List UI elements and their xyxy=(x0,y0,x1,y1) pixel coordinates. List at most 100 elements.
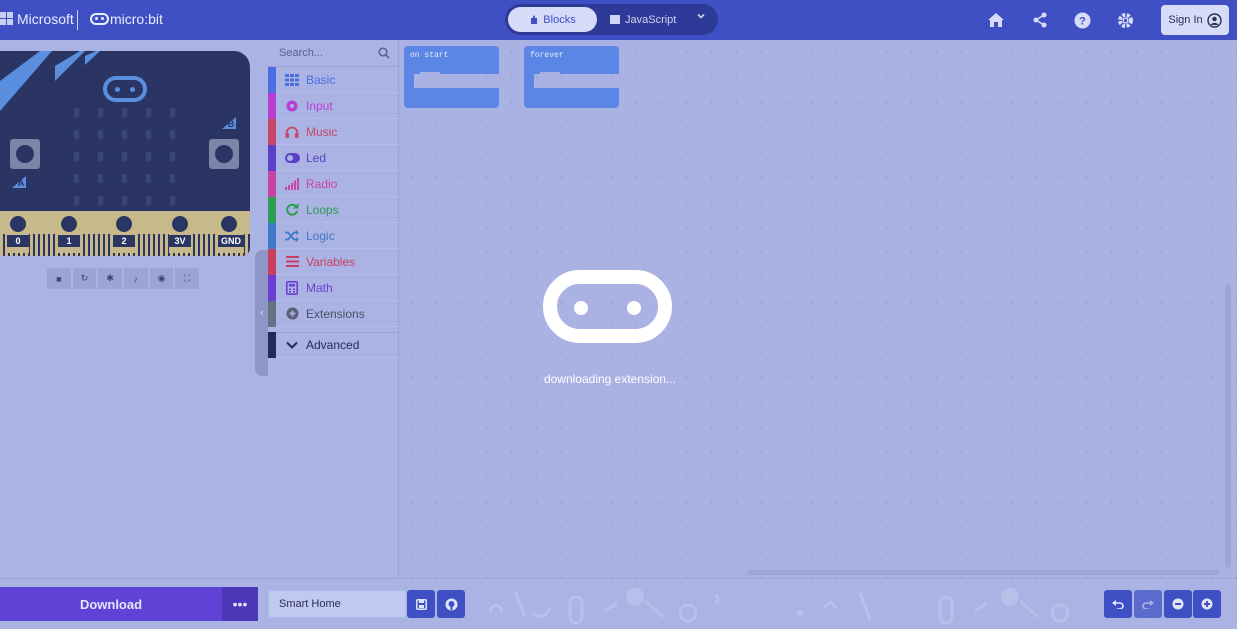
pin-2[interactable]: 2 xyxy=(113,213,135,253)
restart-icon[interactable]: ↻ xyxy=(72,268,97,289)
category-basic[interactable]: Basic xyxy=(268,66,399,93)
button-b-label: B xyxy=(222,117,236,129)
chevron-down-icon xyxy=(284,338,300,352)
shuffle-icon xyxy=(284,229,300,243)
vertical-scrollbar[interactable] xyxy=(1225,284,1231,568)
sign-in-button[interactable]: Sign In xyxy=(1161,5,1229,35)
redo-button[interactable] xyxy=(1134,590,1162,618)
category-music[interactable]: Music xyxy=(268,118,399,145)
category-logic[interactable]: Logic xyxy=(268,222,399,249)
save-button[interactable] xyxy=(407,590,435,618)
toolbox: Basic Input Music Led Radio Loops Logic … xyxy=(268,40,399,578)
category-label: Advanced xyxy=(306,338,360,352)
led-matrix[interactable] xyxy=(74,108,176,208)
download-label: Download xyxy=(79,596,143,612)
help-icon[interactable]: ? xyxy=(1072,10,1092,30)
redo-icon xyxy=(1142,600,1154,609)
undo-icon xyxy=(1112,600,1124,609)
block-footer xyxy=(404,88,499,108)
debug-icon[interactable]: ✱ xyxy=(98,268,123,289)
button-b[interactable] xyxy=(209,139,239,169)
category-variables[interactable]: Variables xyxy=(268,248,399,275)
lines-icon xyxy=(284,255,300,269)
loading-microbit-icon xyxy=(543,270,672,343)
toggle-icon xyxy=(284,151,300,165)
forever-block[interactable]: forever xyxy=(524,46,619,108)
block-label: forever xyxy=(530,51,564,60)
loading-status-text: downloading extension... xyxy=(543,372,677,386)
pin-gnd-label: GND xyxy=(218,235,244,247)
block-notch xyxy=(540,72,560,80)
button-a[interactable] xyxy=(10,139,40,169)
category-led[interactable]: Led xyxy=(268,144,399,171)
pin-2-label: 2 xyxy=(113,235,135,247)
microbit-logo-icon xyxy=(90,13,109,25)
collapse-simulator-handle[interactable]: ‹ xyxy=(255,250,269,376)
zoom-in-button[interactable] xyxy=(1193,590,1221,618)
pin-1-label: 1 xyxy=(58,235,80,247)
github-button[interactable] xyxy=(437,590,465,618)
pin-gnd[interactable]: GND xyxy=(218,213,244,253)
block-side xyxy=(524,74,534,88)
sign-in-label: Sign In xyxy=(1168,14,1203,26)
category-input[interactable]: Input xyxy=(268,92,399,119)
category-color-bar xyxy=(268,170,276,197)
microsoft-label[interactable]: Microsoft xyxy=(17,11,74,27)
pin-3v[interactable]: 3V xyxy=(169,213,191,253)
block-footer xyxy=(524,88,619,108)
pin-0[interactable]: 0 xyxy=(7,213,29,253)
block-side xyxy=(404,74,414,88)
category-label: Extensions xyxy=(306,306,365,321)
zoom-in-icon xyxy=(1201,598,1213,610)
category-advanced[interactable]: Advanced xyxy=(268,332,399,358)
category-color-bar xyxy=(268,222,276,249)
category-radio[interactable]: Radio xyxy=(268,170,399,197)
footer-decoration xyxy=(488,588,1070,625)
screenshot-icon[interactable]: ◉ xyxy=(149,268,174,289)
home-icon[interactable] xyxy=(986,10,1006,30)
category-label: Basic xyxy=(306,72,336,87)
mute-icon[interactable]: ♪ xyxy=(124,268,148,289)
headphones-icon xyxy=(284,125,300,139)
microbit-label[interactable]: micro:bit xyxy=(110,11,163,27)
block-label: on start xyxy=(410,51,449,60)
horizontal-scrollbar[interactable] xyxy=(747,570,1219,575)
signal-icon xyxy=(284,177,300,191)
category-label: Input xyxy=(306,98,333,113)
tab-blocks[interactable]: Blocks xyxy=(508,7,597,32)
download-button[interactable]: Download xyxy=(0,587,222,621)
pin-1[interactable]: 1 xyxy=(58,213,80,253)
settings-icon[interactable] xyxy=(1115,10,1135,30)
category-color-bar xyxy=(268,144,276,171)
blocks-workspace[interactable] xyxy=(399,40,1237,578)
toolbox-search xyxy=(268,40,399,67)
microbit-face-icon xyxy=(103,76,147,102)
zoom-out-button[interactable] xyxy=(1164,590,1192,618)
category-color-bar xyxy=(268,92,276,119)
plus-circle-icon xyxy=(284,307,300,321)
category-label: Radio xyxy=(306,176,338,191)
category-color-bar xyxy=(268,196,276,223)
project-name-input[interactable] xyxy=(268,590,406,618)
category-color-bar xyxy=(268,274,276,301)
category-loops[interactable]: Loops xyxy=(268,196,399,223)
category-label: Loops xyxy=(306,202,339,217)
share-icon[interactable] xyxy=(1030,10,1050,30)
more-options-button[interactable]: ••• xyxy=(222,587,258,621)
grid-icon xyxy=(284,73,300,87)
fullscreen-icon[interactable]: ⛶ xyxy=(175,268,200,289)
refresh-icon xyxy=(284,203,300,217)
block-notch xyxy=(420,72,440,80)
category-label: Logic xyxy=(306,228,335,243)
on-start-block[interactable]: on start xyxy=(404,46,499,108)
category-math[interactable]: Math xyxy=(268,274,399,301)
undo-button[interactable] xyxy=(1104,590,1132,618)
search-icon[interactable] xyxy=(378,47,390,59)
tab-javascript[interactable]: JavaScript xyxy=(610,7,690,32)
pin-0-label: 0 xyxy=(7,235,29,247)
category-extensions[interactable]: Extensions xyxy=(268,300,399,327)
chevron-down-icon[interactable] xyxy=(696,10,706,24)
calculator-icon xyxy=(284,280,300,295)
microbit-simulator[interactable]: A B 0 1 2 3V GND xyxy=(0,51,250,256)
stop-icon[interactable]: ■ xyxy=(47,268,71,289)
